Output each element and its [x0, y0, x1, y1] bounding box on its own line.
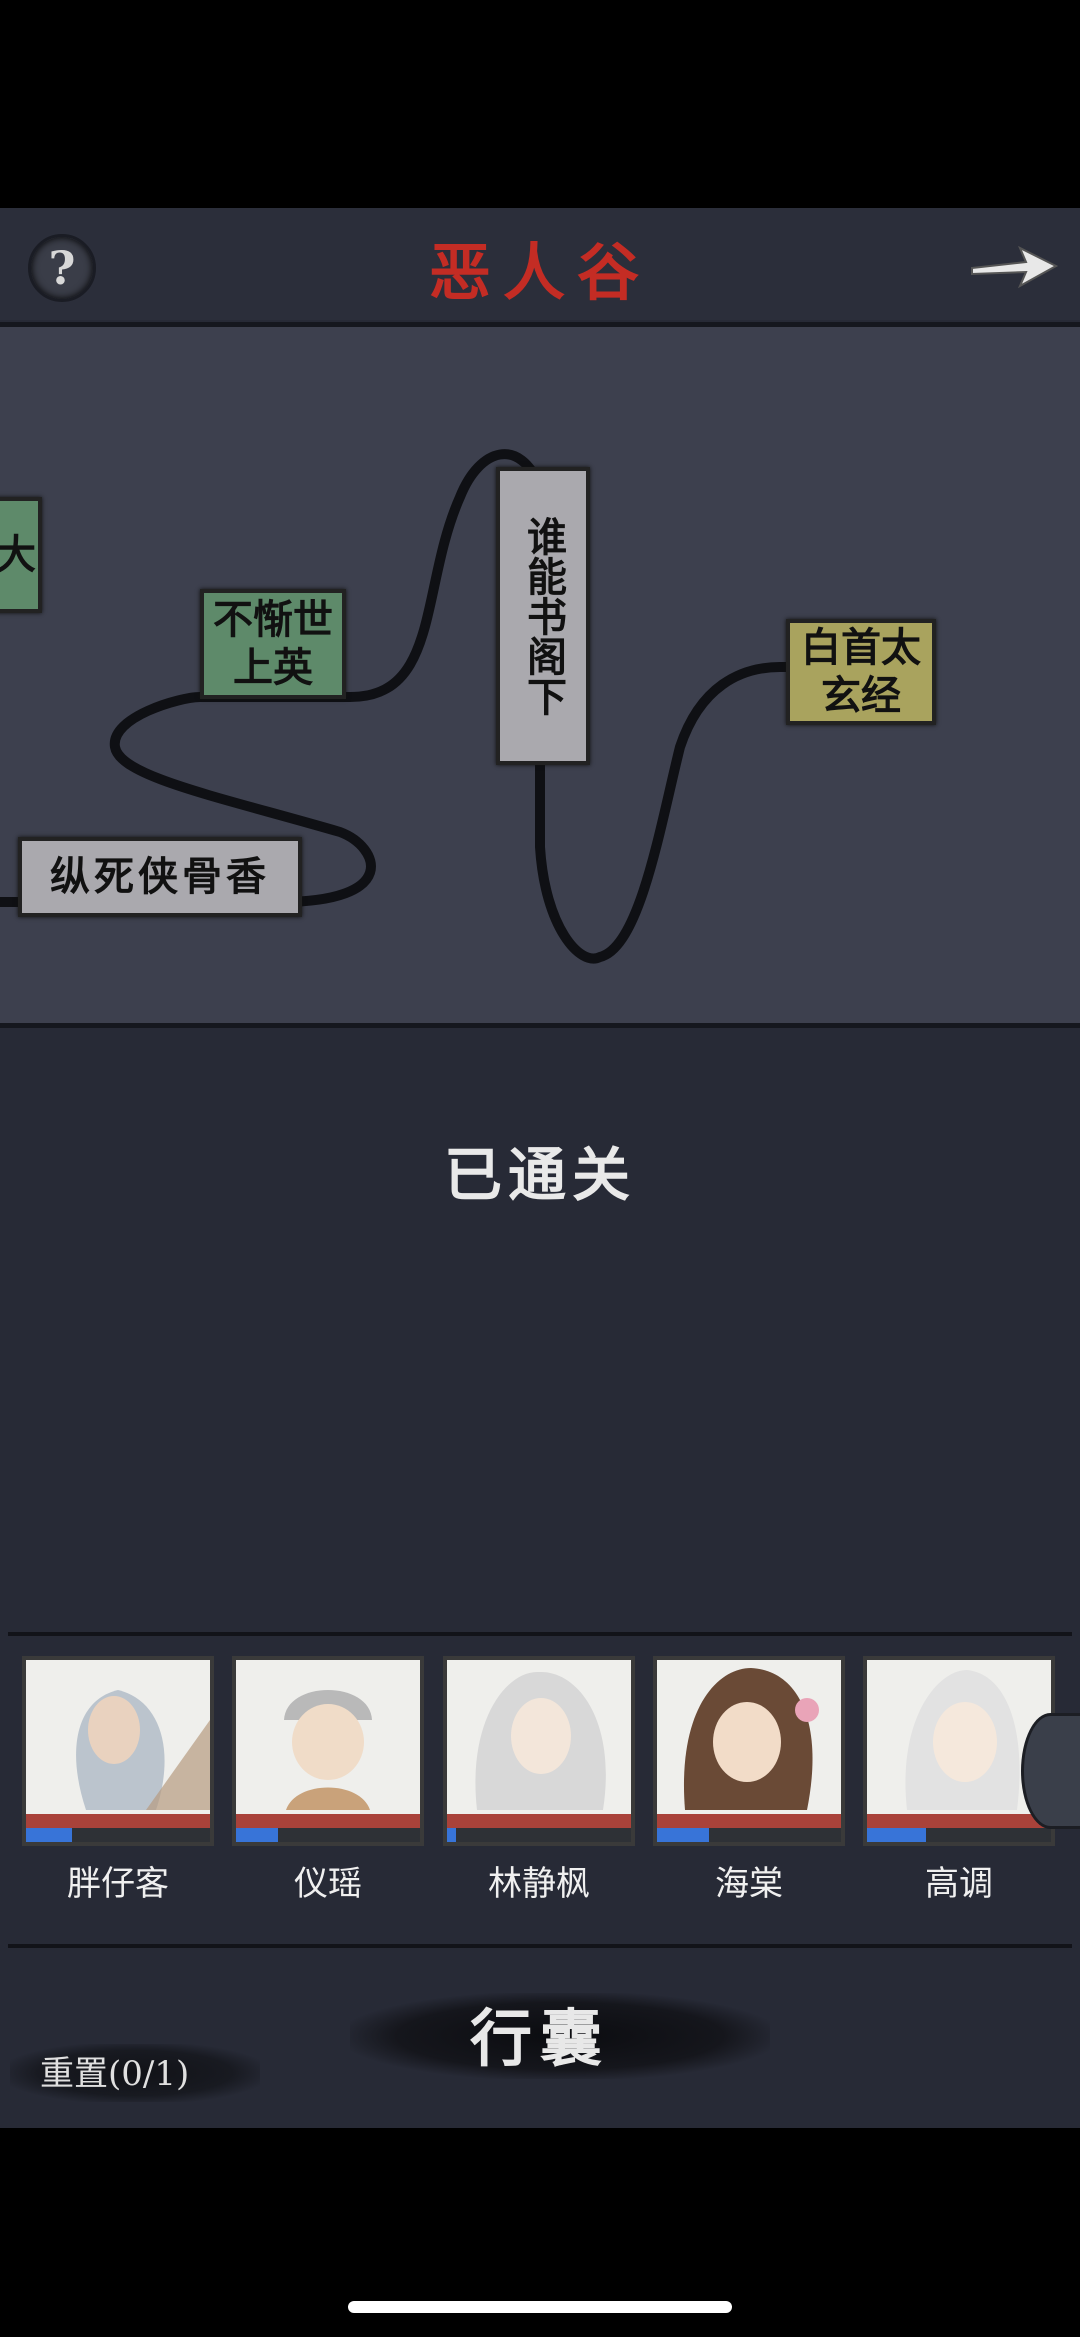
portrait-drawing — [76, 1690, 210, 1810]
mp-bar — [236, 1828, 279, 1842]
side-drawer-handle[interactable] — [1021, 1713, 1080, 1829]
mp-bar — [26, 1828, 72, 1842]
hp-bar — [236, 1814, 420, 1828]
member-name: 胖仔客 — [67, 1864, 169, 1904]
avatar — [443, 1656, 635, 1846]
avatar — [653, 1656, 845, 1846]
reset-button[interactable]: 重置(0/1) — [40, 2046, 189, 2095]
mp-bar — [447, 1828, 457, 1842]
map-node-4[interactable]: 白首太玄经 — [786, 619, 936, 725]
hp-bar — [447, 1814, 631, 1828]
avatar — [232, 1656, 424, 1846]
party-member-1[interactable]: 胖仔客 — [22, 1656, 214, 1905]
map-node-3[interactable]: 谁能书阁下 — [496, 467, 590, 765]
hp-bar — [26, 1814, 210, 1828]
page-title: 恶人谷 — [428, 236, 651, 309]
portrait-drawing — [683, 1668, 819, 1810]
divider-top — [8, 1632, 1072, 1636]
level-map: 大 不惭世上英 谁能书阁下 白首太玄经 纵死侠骨香 — [0, 322, 1080, 1028]
hp-bar — [867, 1814, 1051, 1828]
map-node-1[interactable]: 大 — [0, 497, 42, 613]
cleared-status: 已通关 — [443, 1141, 636, 1209]
party-member-4[interactable]: 海棠 — [653, 1656, 845, 1905]
member-name: 高调 — [925, 1864, 993, 1904]
map-node-5[interactable]: 纵死侠骨香 — [18, 837, 302, 917]
home-indicator[interactable] — [348, 2301, 732, 2313]
arrow-right-icon[interactable] — [968, 238, 1060, 294]
map-node-2[interactable]: 不惭世上英 — [200, 589, 346, 699]
mp-bar — [657, 1828, 709, 1842]
header: ? 恶人谷 — [0, 208, 1080, 320]
hp-bar — [657, 1814, 841, 1828]
game-screen: ? 恶人谷 大 不惭世上英 谁能书阁下 白首太玄经 纵死侠骨香 已通关 胖仔客 … — [0, 208, 1080, 2128]
avatar — [22, 1656, 214, 1846]
party-member-3[interactable]: 林静枫 — [443, 1656, 635, 1905]
portrait-drawing — [284, 1690, 372, 1810]
mp-bar — [867, 1828, 926, 1842]
party-list: 胖仔客 仪瑶 林静枫 海棠 高调 — [0, 1656, 1080, 1916]
member-name: 海棠 — [715, 1864, 783, 1904]
divider-bottom — [8, 1944, 1072, 1948]
portrait-drawing — [475, 1671, 606, 1810]
member-name: 仪瑶 — [294, 1864, 362, 1904]
member-name: 林静枫 — [488, 1864, 590, 1904]
party-member-2[interactable]: 仪瑶 — [232, 1656, 424, 1905]
